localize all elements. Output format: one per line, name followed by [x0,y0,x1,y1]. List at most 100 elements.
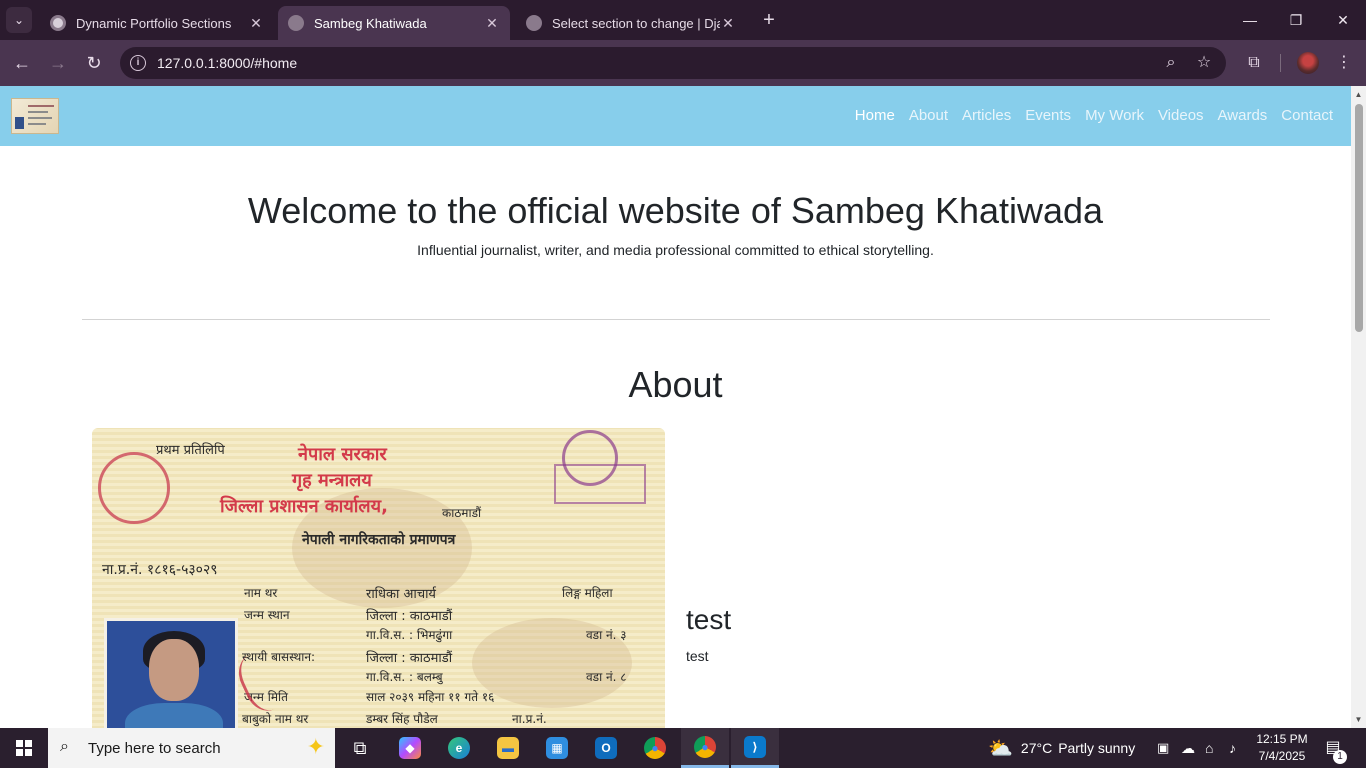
tray-icon-network[interactable]: ⌂ [1205,728,1213,768]
chevron-down-icon: ⌄ [13,13,25,27]
start-button[interactable] [0,728,48,768]
hero-subtitle: Influential journalist, writer, and medi… [417,242,934,258]
nav-contact[interactable]: Contact [1281,107,1333,124]
copilot-icon: ◆ [399,737,421,759]
reload-button[interactable]: ↻ [82,51,106,75]
about-item-title: test [686,604,732,635]
back-button[interactable]: ← [10,51,34,75]
system-clock[interactable]: 12:15 PM 7/4/2025 [1252,731,1312,765]
scroll-thumb[interactable] [1355,104,1363,332]
restore-button[interactable]: ❐ [1281,8,1311,32]
puzzle-icon[interactable]: ⧉ [1243,52,1265,74]
weather-partly-sunny-icon: ⛅ [988,737,1013,760]
nav-videos[interactable]: Videos [1158,107,1204,124]
nav-my-work[interactable]: My Work [1085,107,1144,124]
weather-widget[interactable]: ⛅ 27°C Partly sunny [988,728,1135,768]
clock-date: 7/4/2025 [1258,749,1306,763]
tab-favicon-icon [526,15,542,31]
info-icon[interactable]: i [130,55,146,71]
tray-icon-onedrive[interactable]: ☁ [1181,728,1195,768]
logo-line [28,105,54,107]
doc-place: काठमाडौं [442,506,482,520]
doc-ward-2: वडा नं. ८ [586,670,627,684]
taskbar-app-store[interactable]: ▦ [533,728,581,768]
doc-photo [104,618,238,728]
stamp-box [554,464,646,504]
hero-title: Welcome to the official website of Sambe… [247,190,1104,231]
tab-sambeg-khatiwada[interactable]: Sambeg Khatiwada ✕ [278,6,510,40]
reload-icon: ↻ [86,53,102,73]
doc-birth-label: जन्म स्थान [244,608,290,622]
close-icon[interactable]: ✕ [720,15,736,32]
forward-button[interactable]: → [46,51,70,75]
page-scrollbar[interactable]: ▲ ▼ [1351,86,1366,728]
nav-awards[interactable]: Awards [1218,107,1268,124]
new-tab-button[interactable]: + [758,9,780,31]
doc-name-value: राधिका आचार्य [366,587,436,602]
close-icon[interactable]: ✕ [248,15,264,32]
tab-search-button[interactable]: ⌄ [6,7,32,33]
task-view-button[interactable]: ⧉ [336,728,384,768]
tab-django-admin[interactable]: Select section to change | Django ✕ [516,6,746,40]
zoom-icon[interactable]: ⌕ [1161,53,1181,73]
search-icon: ⌕ [60,738,69,755]
doc-ministry: गृह मन्त्रालय [292,470,372,491]
site-logo[interactable] [11,98,59,134]
chrome-icon: ● [644,737,666,759]
tray-icon-meet[interactable]: ▣ [1157,728,1169,768]
address-bar[interactable]: i 127.0.0.1:8000/#home ⌕ ☆ [120,47,1226,79]
scroll-down-icon[interactable]: ▼ [1354,715,1363,724]
edge-icon: e [448,737,470,759]
logo-line [28,123,46,125]
tab-title: Dynamic Portfolio Sections [76,15,232,31]
taskbar-search[interactable]: ⌕ Type here to search ✦ [48,728,335,768]
star-icon[interactable]: ☆ [1194,53,1214,73]
tab-favicon-icon [288,15,304,31]
nav-home[interactable]: Home [855,107,895,124]
weather-temperature: 27°C [1020,740,1053,756]
cloud-icon: ☁ [1181,739,1195,756]
tab-dynamic-portfolio[interactable]: Dynamic Portfolio Sections ✕ [40,6,274,40]
kebab-menu-icon[interactable]: ⋮ [1333,52,1355,74]
site-nav-links: Home About Articles Events My Work Video… [855,107,1333,124]
profile-avatar[interactable] [1297,52,1319,74]
about-image: प्रथम प्रतिलिपि नेपाल सरकार गृह मन्त्राल… [92,428,665,728]
taskbar-app-edge[interactable]: e [435,728,483,768]
photo-body [125,703,223,728]
close-window-button[interactable]: ✕ [1328,8,1358,32]
weather-description: Partly sunny [1058,740,1136,756]
doc-birth-value: जिल्ला : काठमाडौं [366,609,453,624]
logo-line [28,111,48,113]
page-viewport: Home About Articles Events My Work Video… [0,86,1351,728]
volume-icon: ♪ [1229,740,1236,756]
taskbar-app-chrome[interactable]: ● [631,728,679,768]
doc-copy-label: प्रथम प्रतिलिपि [156,443,225,458]
section-divider [82,319,1270,320]
close-icon[interactable]: ✕ [484,15,500,32]
search-highlight-icon: ✦ [306,734,325,759]
forward-arrow-icon: → [49,53,67,73]
taskbar-app-outlook[interactable]: O [582,728,630,768]
doc-vdc-1: गा.वि.स. : भिमढुंगा [366,628,453,642]
site-navbar: Home About Articles Events My Work Video… [0,86,1351,146]
clock-time: 12:15 PM [1256,732,1308,746]
nav-events[interactable]: Events [1025,107,1071,124]
nav-about[interactable]: About [909,107,948,124]
store-icon: ▦ [546,737,568,759]
notification-badge: 1 [1333,750,1347,764]
windows-logo-icon [16,740,32,756]
taskbar-app-file-explorer[interactable]: ▬ [484,728,532,768]
doc-number: ना.प्र.नं. १८१६-५३०२९ [102,562,218,578]
minimize-button[interactable]: — [1235,8,1265,32]
doc-father-label: बाबुको नाम थर [242,712,309,726]
taskbar-app-copilot[interactable]: ◆ [386,728,434,768]
tray-icon-volume[interactable]: ♪ [1229,728,1236,768]
taskbar-app-chrome-profile[interactable]: ● [681,728,729,768]
scroll-up-icon[interactable]: ▲ [1354,90,1363,99]
taskbar-app-vscode[interactable]: ⟩ [731,728,779,768]
nav-articles[interactable]: Articles [962,107,1011,124]
doc-name-label: नाम थर [244,586,278,600]
logo-photo [15,117,24,129]
windows-taskbar: ⌕ Type here to search ✦ ⧉ ◆ e ▬ ▦ O ● ● … [0,728,1366,768]
url-text[interactable]: 127.0.0.1:8000/#home [157,55,297,71]
